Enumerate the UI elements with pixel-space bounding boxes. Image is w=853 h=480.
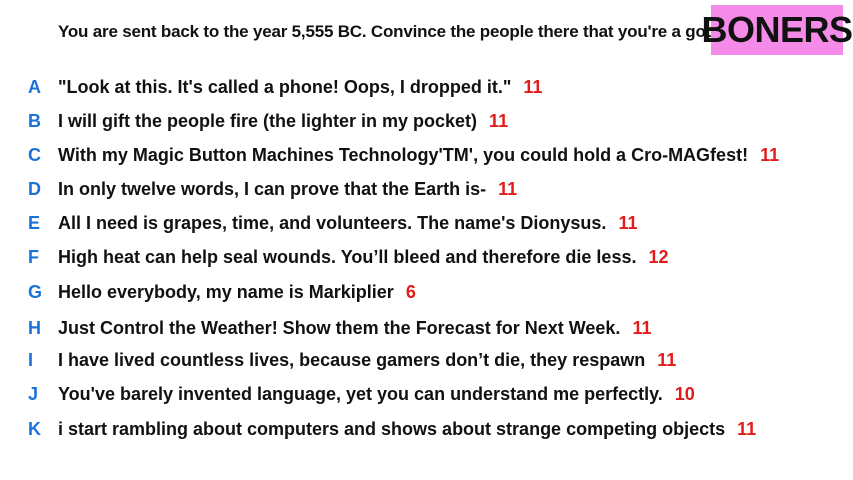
answer-letter: D	[28, 178, 41, 199]
answer-letter: A	[28, 76, 41, 97]
answer-text: I will gift the people fire (the lighter…	[58, 110, 478, 131]
answer-letter: H	[28, 317, 41, 338]
answer-text: All I need is grapes, time, and voluntee…	[58, 212, 607, 233]
answer-letter: I	[28, 349, 34, 370]
answer-score: 11	[657, 349, 677, 370]
answer-score: 11	[737, 418, 757, 439]
team-badge: BONERS	[701, 5, 853, 55]
answer-score: 6	[405, 281, 416, 302]
answer-letter: J	[28, 383, 39, 404]
answer-text: Hello everybody, my name is Markiplier	[58, 281, 394, 302]
answer-score: 11	[632, 317, 652, 338]
answer-letter: C	[28, 144, 41, 165]
answer-text: I have lived countless lives, because ga…	[58, 349, 646, 370]
answer-text: "Look at this. It's called a phone! Oops…	[58, 76, 512, 97]
answer-text: i start rambling about computers and sho…	[58, 418, 726, 439]
answer-letter: K	[28, 418, 41, 439]
answer-text: High heat can help seal wounds. You’ll b…	[58, 246, 637, 267]
answer-letter: G	[28, 281, 43, 302]
answer-score: 11	[618, 212, 638, 233]
answer-score: 12	[648, 246, 669, 267]
question-prompt: You are sent back to the year 5,555 BC. …	[58, 22, 721, 41]
answer-text: With my Magic Button Machines Technology…	[58, 144, 749, 165]
answer-text: You've barely invented language, yet you…	[58, 383, 663, 404]
answer-score: 11	[760, 144, 780, 165]
answer-letter: B	[28, 110, 41, 131]
answer-letter: E	[28, 212, 41, 233]
answer-score: 10	[674, 383, 695, 404]
answer-score: 11	[523, 76, 543, 97]
answer-letter: F	[28, 246, 39, 267]
answer-score: 11	[489, 110, 509, 131]
answer-text: In only twelve words, I can prove that t…	[58, 178, 487, 199]
answer-score: 11	[498, 178, 518, 199]
answer-text: Just Control the Weather! Show them the …	[58, 317, 621, 338]
